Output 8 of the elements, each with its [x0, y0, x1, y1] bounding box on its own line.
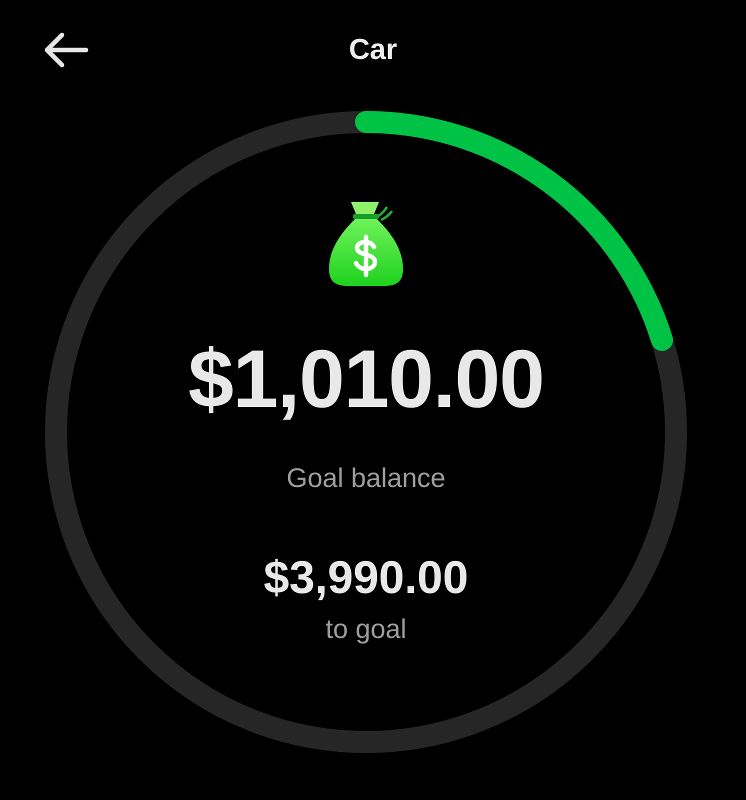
page-title: Car: [348, 34, 398, 66]
goal-balance-amount: $1,010.00: [188, 339, 544, 421]
back-arrow-icon: [42, 32, 90, 68]
remaining-amount: $3,990.00: [264, 554, 468, 600]
money-bag-icon: [327, 201, 405, 287]
remaining-label: to goal: [325, 616, 407, 643]
goal-balance-label: Goal balance: [286, 465, 446, 492]
back-button[interactable]: [42, 32, 90, 68]
